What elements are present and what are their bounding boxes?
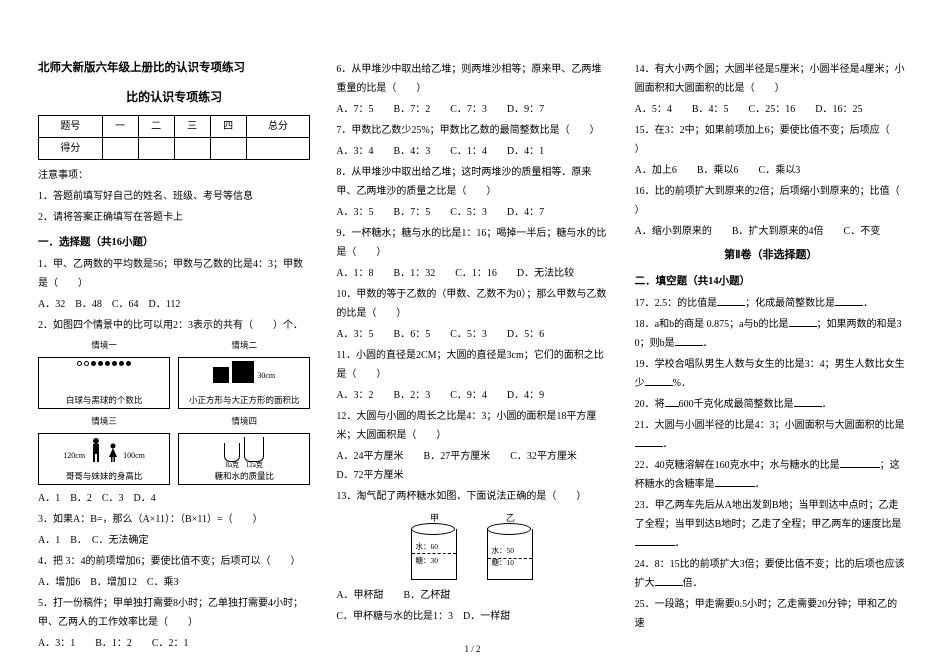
scene4-big-label: 12a克 — [244, 462, 264, 469]
score-cell — [138, 137, 174, 159]
q1-options: A．32 B．48 C．64 D．112 — [38, 295, 310, 314]
page-number: 1 / 2 — [0, 641, 945, 658]
people-icon: 120cm 100cm — [63, 437, 145, 463]
scene1: 白球与黑球的个数比 — [38, 357, 170, 409]
q13: 13．淘气配了两杯糖水如图．下面说法正确的是（ ） — [336, 487, 608, 506]
squares-icon: 30cm — [213, 361, 275, 383]
score-cell: 四 — [210, 115, 246, 137]
cupA-water: 水：60 — [415, 543, 438, 551]
score-cell: 题号 — [39, 115, 103, 137]
q23: 23．甲乙两车先后从A地出发到B地；当甲到达中点时；乙走了全程；当甲到达B地时；… — [635, 496, 907, 553]
cylinder-icon: 水：50 糖：10 — [487, 529, 533, 580]
notes-line: 2．请将答案正确填写在答题卡上 — [38, 208, 310, 227]
q24: 24．8：15比的前项扩大3倍；要使比值不变；比的后项也应该扩大倍． — [635, 555, 907, 593]
scene4-small-label: 8a克 — [224, 462, 240, 469]
q11: 11．小圆的直径是2CM；大圆的直径是3cm；它们的面积之比是（ ） — [336, 346, 608, 384]
q13-figure: 甲 水：60 糖：30 乙 水：50 糖：10 — [336, 510, 608, 580]
q9: 9．一杯糖水；糖与水的比是1：16；喝掉一半后；糖与水的比是（ ） — [336, 224, 608, 262]
q2-options: A．1 B．2 C．3 D．4 — [38, 489, 310, 508]
score-cell: 总分 — [246, 115, 310, 137]
q8-options: A．3：5 B．7：5 C．5：3 D．4：7 — [336, 203, 608, 222]
q17: 17．2.5：的比值是；化成最简整数比是． — [635, 294, 907, 313]
q4: 4．把 3：4的前项增加6；要使比值不变；后项可以（ ） — [38, 552, 310, 571]
score-cell: 一 — [102, 115, 138, 137]
q14: 14．有大小两个圆；大圆半径是5厘米；小圆半径是4厘米；小圆面积和大圆面积的比是… — [635, 60, 907, 98]
q22: 22．40克糖溶解在160克水中；水与糖水的比是；这杯糖水的含糖率是． — [635, 456, 907, 494]
q8: 8．从甲堆沙中取出给乙堆；这时两堆沙的质量相等．原来甲、乙两堆沙的质量之比是（ … — [336, 163, 608, 201]
q12: 12．大圆与小圆的周长之比是4：3；小圆的面积是18平方厘米；大圆面积是（ ） — [336, 407, 608, 445]
score-cell — [102, 137, 138, 159]
q10: 10．甲数的等于乙数的（甲数、乙数不为0）；那么甲数与乙数的比是（ ） — [336, 285, 608, 323]
scene1-heading: 情境一 — [38, 337, 170, 353]
scene4-label: 糖和水的质量比 — [215, 471, 275, 481]
q5: 5．打一份稿件；甲单独打需要8小时；乙单独打需要4小时；甲、乙两人的工作效率比是… — [38, 594, 310, 632]
q6-options: A．7：5 B．7：2 C．7：3 D．9：7 — [336, 100, 608, 119]
doc-main-title: 北师大新版六年级上册比的认识专项练习 — [38, 58, 310, 80]
q1: 1．甲、乙两数的平均数是56；甲数与乙数的比是4：3；甲数是（ ） — [38, 255, 310, 293]
q3: 3．如果A：B=，那么（A×11）：（B×11）=（ ） — [38, 510, 310, 529]
q7-options: A．3：4 B．4：3 C．1：4 D．4：1 — [336, 142, 608, 161]
score-cell: 得分 — [39, 137, 103, 159]
scene2: 30cm 小正方形与大正方形的面积比 — [178, 357, 310, 409]
q13-options-a: A．甲杯甜 B．乙杯甜 — [336, 586, 608, 605]
cupB-sugar: 糖：10 — [491, 559, 514, 567]
notes-title: 注意事项： — [38, 166, 310, 185]
scene3: 120cm 100cm 哥哥与妹妹的身高比 — [38, 433, 170, 485]
cupB-water: 水：50 — [491, 547, 514, 555]
scene3-label: 哥哥与妹妹的身高比 — [66, 471, 143, 481]
q3-options: A．1 B． C．无法确定 — [38, 531, 310, 550]
score-cell — [174, 137, 210, 159]
scene3-heading: 情境三 — [38, 413, 170, 429]
scene2-measure: 30cm — [257, 368, 275, 383]
cylinder-icon: 水：60 糖：30 — [411, 529, 457, 580]
q9-options: A．1：8 B．1：32 C．1：16 D．无法比较 — [336, 264, 608, 283]
score-cell: 二 — [138, 115, 174, 137]
q10-options: A．3：5 B．6：5 C．5：3 D．5：6 — [336, 325, 608, 344]
q12-options: A．24平方厘米 B．27平方厘米 C．32平方厘米 D．72平方厘米 — [336, 447, 608, 485]
q16: 16．比的前项扩大到原来的2倍；后项缩小到原来的；比值（ ） — [635, 182, 907, 220]
cupA-sugar: 糖：30 — [415, 557, 438, 565]
scene4-heading: 情境四 — [178, 413, 310, 429]
q18: 18．a和b的商是 0.875；a与b的比是；如果两数的和是30；则b是． — [635, 315, 907, 353]
dots-icon — [77, 361, 131, 366]
score-cell: 三 — [174, 115, 210, 137]
q11-options: A．3：2 B．2：3 C．9：4 D．4：9 — [336, 386, 608, 405]
scene2-label: 小正方形与大正方形的面积比 — [189, 395, 300, 405]
score-cell — [246, 137, 310, 159]
q25: 25．一段路；甲走需要0.5小时；乙走需要20分钟；甲和乙的速 — [635, 595, 907, 633]
q20: 20．将600千克化成最简整数比是． — [635, 395, 907, 414]
q13-options-b: C．甲杯糖与水的比是1：3 D．一样甜 — [336, 607, 608, 626]
notes-line: 1．答题前填写好自己的姓名、班级、考号等信息 — [38, 187, 310, 206]
q14-options: A．5：4 B．4：5 C．25：16 D．16：25 — [635, 100, 907, 119]
scene2-heading: 情境二 — [178, 337, 310, 353]
scene3-h1: 120cm — [63, 448, 85, 463]
q21: 21．大圆与小圆半径的比是4：3；小圆面积与大圆面积的比是． — [635, 416, 907, 454]
part2-heading: 第Ⅱ卷（非选择题） — [635, 245, 907, 266]
cups-icon: 8a克 12a克 — [224, 437, 264, 469]
doc-sub-title: 比的认识专项练习 — [38, 86, 310, 109]
scene1-label: 白球与黑球的个数比 — [66, 395, 143, 405]
q7: 7．甲数比乙数少25%；甲数比乙数的最简整数比是（ ） — [336, 121, 608, 140]
q15: 15．在3：2中；如果前项加上6；要使比值不变；后项应（ ） — [635, 121, 907, 159]
q6: 6．从甲堆沙中取出给乙堆；则两堆沙相等；原来甲、乙两堆重量的比是（ ） — [336, 60, 608, 98]
section1-title: 一．选择题（共16小题） — [38, 233, 310, 253]
q15-options: A．加上6 B．乘以6 C．乘以3 — [635, 161, 907, 180]
scene3-h2: 100cm — [123, 448, 145, 463]
scene4: 8a克 12a克 糖和水的质量比 — [178, 433, 310, 485]
score-table: 题号 一 二 三 四 总分 得分 — [38, 115, 310, 160]
q2: 2．如图四个情景中的比可以用2：3表示的共有（ ）个． — [38, 316, 310, 335]
q4-options: A．增加6 B．增加12 C．乘3 — [38, 573, 310, 592]
score-cell — [210, 137, 246, 159]
q16-options: A．缩小到原来的 B．扩大到原来的4倍 C．不变 — [635, 222, 907, 241]
section2-title: 二．填空题（共14小题） — [635, 272, 907, 292]
q19: 19．学校合唱队男生人数与女生的比是3：4；男生人数比女生少%． — [635, 355, 907, 393]
